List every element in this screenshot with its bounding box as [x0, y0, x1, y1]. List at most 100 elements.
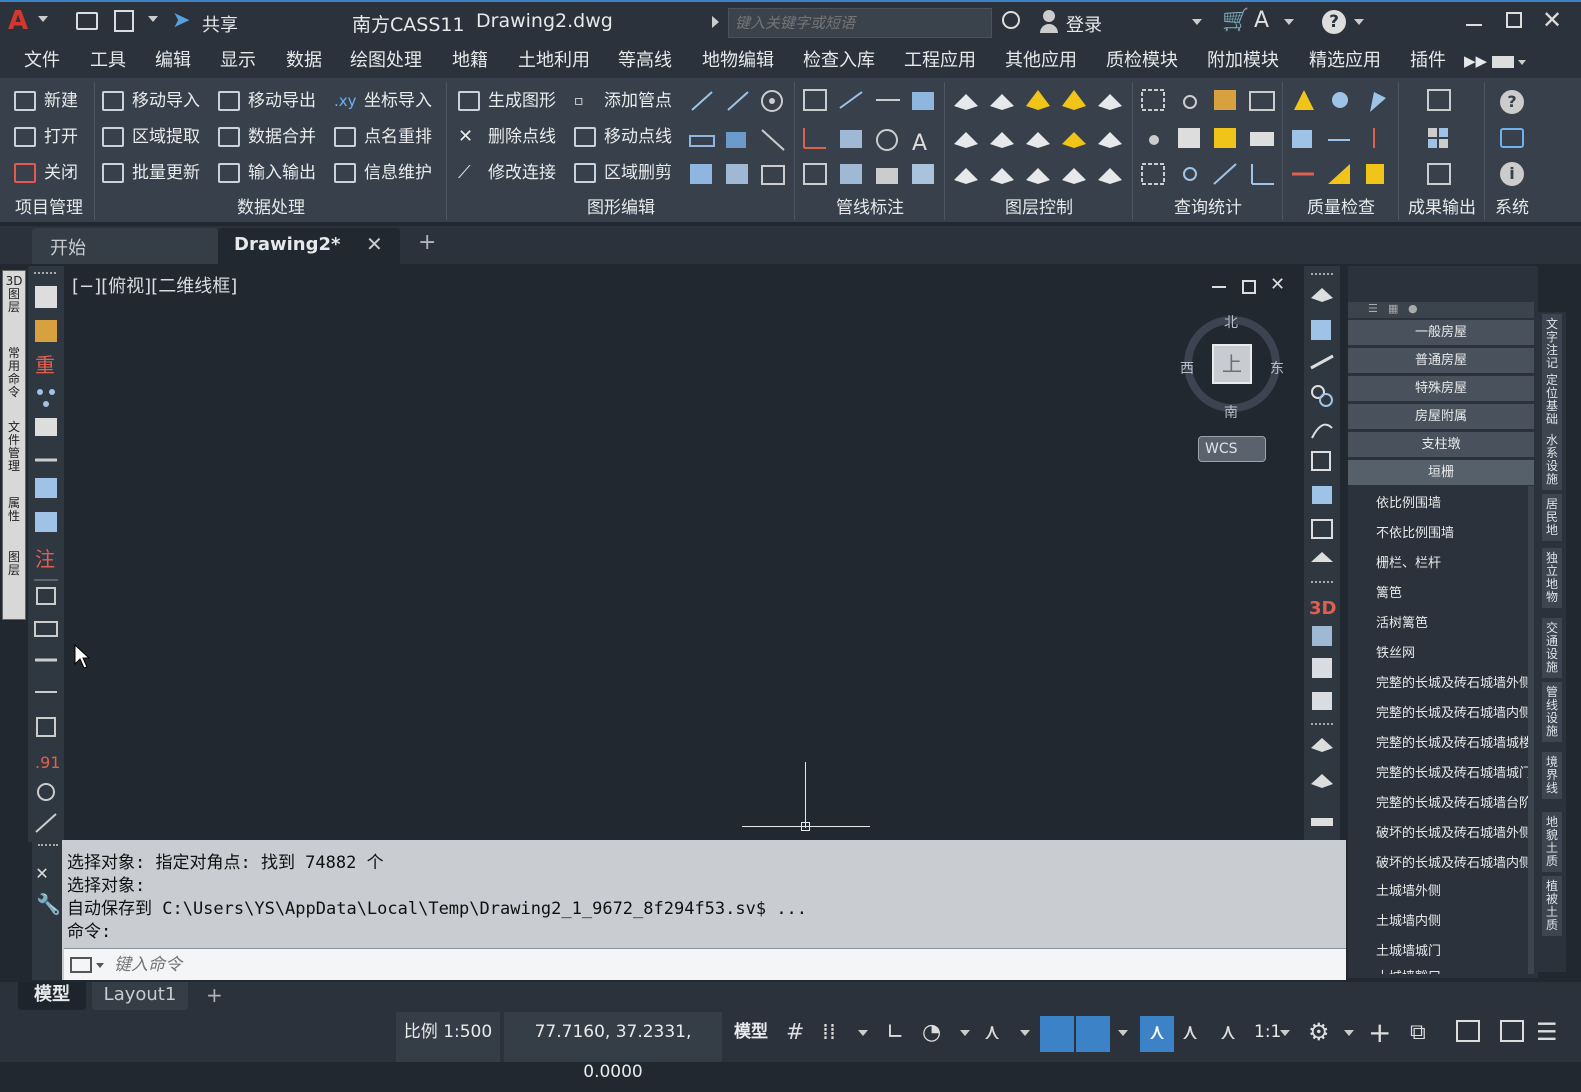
annotation-scale-chevron-icon[interactable] [1280, 1030, 1290, 1036]
app-logo[interactable]: A [8, 6, 36, 36]
user-icon[interactable] [1040, 10, 1058, 34]
vtab-file-manager[interactable]: 文件管理 [4, 421, 24, 473]
list-item[interactable]: 完整的长城及砖石城墙台阶 [1376, 792, 1528, 811]
tab-start[interactable]: 开始 [32, 228, 218, 264]
list-item[interactable]: 不依比例围墙 [1376, 522, 1528, 541]
osnap-icon[interactable] [1076, 1016, 1110, 1052]
expand-arrow-icon[interactable] [712, 16, 719, 28]
new-tab-button[interactable]: + [418, 230, 436, 255]
coord-import-button[interactable]: .xy 坐标导入 [334, 86, 432, 116]
category-general-house[interactable]: 一般房屋 [1348, 320, 1534, 346]
vtab-boundary[interactable]: 境界线 [1542, 752, 1562, 799]
menu-cadastre[interactable]: 地籍 [452, 44, 488, 78]
scale-display[interactable]: 比例 1:500 [396, 1012, 500, 1062]
grip-handle[interactable] [34, 272, 56, 276]
menu-overflow-icon[interactable]: ▶▶ [1464, 44, 1487, 78]
tab-drawing2[interactable]: Drawing2* ✕ [218, 228, 400, 264]
category-fence[interactable]: 垣栅 [1348, 460, 1534, 486]
close-window-icon[interactable]: ✕ [1542, 6, 1562, 34]
list-item[interactable]: 完整的长城及砖石城墙城门 [1376, 762, 1528, 781]
list-item[interactable]: 依比例围墙 [1376, 492, 1528, 511]
autodesk-app-icon[interactable]: A [1254, 8, 1269, 33]
tab-model[interactable]: 模型 [18, 982, 86, 1010]
left-tool-icons[interactable]: 重 注 .91 [32, 282, 60, 842]
data-merge-button[interactable]: 数据合并 [218, 122, 316, 152]
menu-edit[interactable]: 编辑 [155, 44, 191, 78]
list-item[interactable]: 破坏的长城及砖石城墙外侧 [1376, 822, 1528, 841]
workspace-gear-icon[interactable]: ⚙ [1308, 1018, 1330, 1046]
graph-tool-icons[interactable] [688, 88, 788, 188]
cart-icon[interactable]: 🛒 [1222, 8, 1249, 33]
compass-west[interactable]: 西 [1180, 358, 1194, 378]
isodraft-chevron-icon[interactable] [1020, 1030, 1030, 1036]
vtab-independent-features[interactable]: 独立地物 [1542, 548, 1562, 608]
workspace-switch-icon[interactable] [1492, 56, 1514, 68]
minimize-icon[interactable] [1466, 24, 1482, 26]
list-item[interactable]: 完整的长城及砖石城墙外侧 [1376, 672, 1528, 691]
move-pointline-button[interactable]: 移动点线 [574, 122, 672, 152]
add-plus-icon[interactable]: + [1368, 1016, 1391, 1049]
viewport-minimize-icon[interactable] [1212, 286, 1226, 288]
output-tool-icons[interactable] [1426, 88, 1456, 188]
menu-feature-edit[interactable]: 地物编辑 [702, 44, 774, 78]
move-import-button[interactable]: 移动导入 [102, 86, 200, 116]
share-label[interactable]: 共享 [202, 11, 238, 37]
vtab-residential[interactable]: 居民地 [1542, 494, 1562, 541]
category-pier[interactable]: 支柱墩 [1348, 432, 1534, 458]
vtab-water-system[interactable]: 水系设施 [1542, 430, 1562, 490]
login-chevron-icon[interactable] [1192, 19, 1202, 25]
search-icon[interactable] [1002, 11, 1020, 29]
annotation-visibility-icon[interactable]: ⋏ [1140, 1016, 1174, 1052]
polar-chevron-icon[interactable] [960, 1030, 970, 1036]
viewport-controls-label[interactable]: [−][俯视][二维线框] [72, 272, 237, 298]
point-rename-button[interactable]: 点名重排 [334, 122, 432, 152]
close-tab-icon[interactable]: ✕ [366, 232, 383, 256]
ortho-icon[interactable]: ∟ [886, 1020, 904, 1045]
pin-icon[interactable]: ● [1408, 302, 1418, 315]
snap-icon[interactable]: ⁞⁞ [822, 1020, 836, 1045]
menu-drawing[interactable]: 绘图处理 [350, 44, 422, 78]
help-chevron-icon[interactable] [1354, 19, 1364, 25]
menu-data[interactable]: 数据 [286, 44, 322, 78]
query-stats-tool-icons[interactable] [1140, 88, 1280, 188]
graphics-performance-icon[interactable] [1456, 1020, 1480, 1042]
menu-tools[interactable]: 工具 [90, 44, 126, 78]
menu-other-apps[interactable]: 其他应用 [1005, 44, 1077, 78]
isolate-objects-icon[interactable]: ⧉ [1410, 1020, 1426, 1045]
category-ordinary-house[interactable]: 普通房屋 [1348, 348, 1534, 374]
info-maintain-button[interactable]: 信息维护 [334, 158, 432, 188]
compass-north[interactable]: 北 [1224, 312, 1238, 332]
generate-shape-button[interactable]: 生成图形 [458, 86, 556, 116]
workspace-chevron-icon[interactable] [1518, 60, 1526, 65]
quality-check-tool-icons[interactable] [1290, 88, 1390, 188]
command-recent-chevron-icon[interactable] [96, 963, 104, 968]
batch-update-button[interactable]: 批量更新 [102, 158, 200, 188]
customize-menu-icon[interactable]: ☰ [1536, 1018, 1558, 1046]
grid-view-icon[interactable]: ▦ [1388, 302, 1398, 315]
menu-addon-module[interactable]: 附加模块 [1207, 44, 1279, 78]
list-item[interactable]: 完整的长城及砖石城墙城楼 [1376, 732, 1528, 751]
workspace-gear-chevron-icon[interactable] [1344, 1030, 1354, 1036]
list-item[interactable]: 篱笆 [1376, 582, 1528, 601]
vtab-common-commands[interactable]: 常用命令 [4, 347, 24, 399]
list-item[interactable]: 完整的长城及砖石城墙内侧 [1376, 702, 1528, 721]
menu-file[interactable]: 文件 [24, 44, 60, 78]
otrack-icon[interactable] [1040, 1016, 1074, 1052]
osnap-chevron-icon[interactable] [1118, 1030, 1128, 1036]
menu-featured-apps[interactable]: 精选应用 [1309, 44, 1381, 78]
close-button[interactable]: 关闭 [14, 158, 78, 188]
new-button[interactable]: 新建 [14, 86, 78, 116]
grip-handle[interactable] [38, 844, 58, 846]
customize-wrench-icon[interactable]: 🔧 [36, 892, 61, 916]
command-input[interactable] [114, 951, 1334, 979]
panel-scrollbar[interactable] [1528, 486, 1534, 974]
menu-contour[interactable]: 等高线 [618, 44, 672, 78]
viewport-close-icon[interactable]: ✕ [1270, 274, 1285, 295]
polar-icon[interactable]: ◔ [922, 1020, 941, 1045]
model-space-button[interactable]: 模型 [726, 1012, 776, 1062]
delete-pointline-button[interactable]: ✕ 删除点线 [458, 122, 556, 152]
list-view-icon[interactable]: ☰ [1368, 302, 1378, 315]
app-menu-chevron-icon[interactable] [38, 16, 48, 22]
vtab-properties[interactable]: 属性 [4, 497, 24, 523]
close-command-icon[interactable]: ✕ [36, 860, 48, 884]
